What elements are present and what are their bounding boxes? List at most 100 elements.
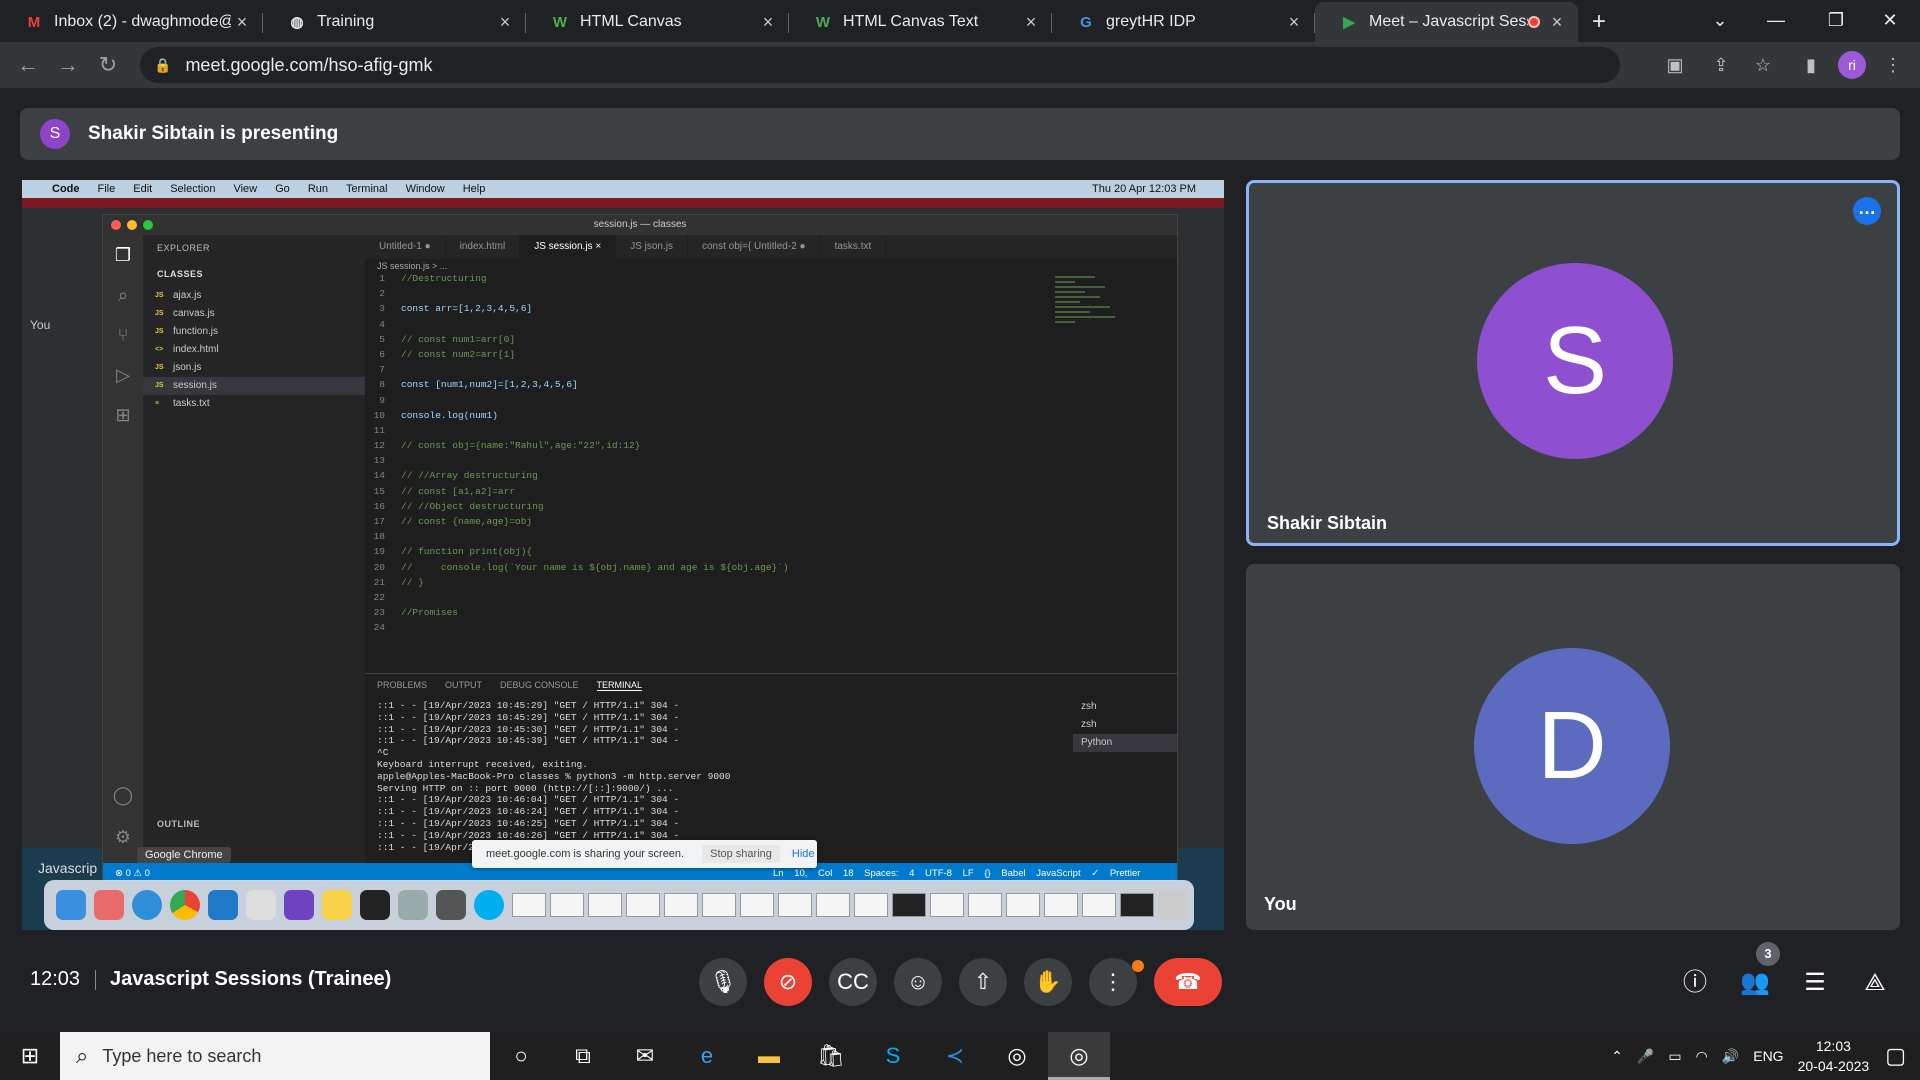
meet-icon: ▶ [1343,14,1355,31]
people-icon[interactable]: 👥 [1738,966,1772,1000]
battery-icon[interactable]: ▭ [1668,1048,1681,1065]
tab-title: Meet – Javascript Sessi [1369,13,1528,30]
browser-tab[interactable]: ◍ Training × [263,2,526,42]
tab-search-icon[interactable]: ⌄ [1690,0,1750,40]
emoji-icon[interactable]: ☺ [894,958,942,1006]
editor-tab: Untitled-1 ● [365,235,446,259]
browser-tab[interactable]: GgreytHR IDP × [1052,2,1315,42]
code-line: 13 [365,455,1065,470]
participant-tile[interactable]: … S Shakir Sibtain [1246,180,1900,546]
info-icon[interactable]: ⓘ [1678,966,1712,1000]
wifi-icon[interactable]: ◠ [1696,1048,1708,1065]
line-number: 20 [373,561,385,573]
close-tab-icon[interactable]: × [757,12,779,33]
mail-icon[interactable]: ✉ [614,1032,676,1080]
share-icon[interactable]: ⇪ [1706,50,1736,80]
search-icon: ⌕ [117,285,129,305]
captions-icon[interactable]: CC [829,958,877,1006]
microphone-icon[interactable]: 🎙 [699,958,747,1006]
window-thumbnail [778,893,812,917]
close-tab-icon[interactable]: × [1020,12,1042,33]
browser-tab[interactable]: M Inbox (2) - dwaghmode@n × [0,2,263,42]
participant-avatar: S [1477,263,1673,459]
taskbar-clock[interactable]: 12:03 20-04-2023 [1798,1036,1870,1076]
task-view-icon[interactable]: ⧉ [552,1032,614,1080]
file-item: JS canvas.js [143,305,365,323]
close-window-button[interactable]: ✕ [1860,0,1920,40]
code-text: // const obj={name:"Rahul",age:"22",id:1… [401,440,641,452]
chat-icon[interactable]: ☰ [1798,966,1832,1000]
close-tab-icon[interactable]: × [1283,12,1305,33]
tray-mic-icon[interactable]: 🎤 [1637,1048,1654,1065]
code-line: 17 // const {name,age}=obj [365,516,1065,531]
file-explorer-icon[interactable]: ▬ [738,1032,800,1080]
code-text: // //Array destructuring [401,470,538,482]
minimize-button[interactable]: — [1746,0,1806,40]
new-tab-button[interactable]: + [1578,2,1620,42]
activities-icon[interactable]: ⟁ [1858,966,1892,1000]
panel-tab: OUTPUT [445,680,483,690]
profile-avatar[interactable]: ri [1838,51,1866,79]
restore-button[interactable]: ❐ [1806,0,1866,40]
more-options-icon[interactable]: … [1853,197,1881,225]
chrome-meet-icon[interactable]: ◎ [1048,1032,1110,1080]
reload-icon[interactable]: ↻ [88,52,128,78]
edge-icon[interactable]: e [676,1032,738,1080]
raise-hand-icon[interactable]: ✋ [1024,958,1072,1006]
skype-icon[interactable]: S [862,1032,924,1080]
self-tile[interactable]: D You [1246,564,1900,930]
chrome-icon[interactable]: ◎ [986,1032,1048,1080]
browser-tab[interactable]: W HTML Canvas × [526,2,789,42]
close-tab-icon[interactable]: × [231,12,253,33]
back-icon[interactable]: ← [8,52,48,78]
camera-off-icon[interactable]: ⊘ [764,958,812,1006]
more-options-icon[interactable]: ⋮ [1089,958,1137,1006]
line-number: 4 [379,318,385,330]
mac-menu-item: Terminal [346,183,388,195]
forward-icon[interactable]: → [48,52,88,78]
language-indicator[interactable]: ENG [1753,1048,1783,1064]
file-name: tasks.txt [173,398,210,409]
editor-tab: JS session.js × [520,235,617,259]
code-line: 6 // const num2=arr[1] [365,349,1065,364]
code-line: 2 [365,288,1065,303]
camera-icon[interactable]: ▣ [1660,50,1690,80]
code-line: 3 const arr=[1,2,3,4,5,6] [365,303,1065,318]
outline-label: OUTLINE [157,819,200,829]
present-icon[interactable]: ⇧ [959,958,1007,1006]
close-tab-icon[interactable]: × [494,12,516,33]
file-type-icon: JS [155,292,164,299]
participant-name: Shakir Sibtain [1267,513,1388,533]
omnibox[interactable]: 🔒 meet.google.com/hso-afig-gmk [140,47,1620,83]
store-icon[interactable]: 🛍 [800,1032,862,1080]
taskbar-time: 12:03 [1815,1038,1851,1054]
close-tab-icon[interactable]: × [1546,12,1568,33]
line-number: 24 [373,622,385,634]
terminal-line: ::1 - - [19/Apr/2023 10:45:30] "GET / HT… [377,723,680,735]
bookmark-star-icon[interactable]: ☆ [1748,50,1778,80]
file-type-icon: JS [155,328,164,335]
line-number: 2 [379,288,385,300]
code-text: // console.log(`Your name is ${obj.name}… [401,561,789,573]
end-call-button[interactable]: ☎ [1154,958,1222,1006]
taskbar-search[interactable]: ⌕ Type here to search [60,1032,490,1080]
panel-tab: PROBLEMS [377,680,428,690]
volume-icon[interactable]: 🔊 [1722,1048,1739,1065]
chrome-menu-icon[interactable]: ⋮ [1878,50,1908,80]
side-panel-icon[interactable]: ▮ [1796,50,1826,80]
code-text: console.log(num1) [401,409,498,421]
windows-start-icon[interactable]: ⊞ [0,1032,60,1080]
cortana-icon[interactable]: ○ [490,1032,552,1080]
mac-window-strip [22,198,1224,208]
tab-title: Inbox (2) - dwaghmode@n [54,13,231,30]
code-line: 18 [365,531,1065,546]
terminal-line: ::1 - - [19/Apr/2023 10:46:25] "GET / HT… [377,817,680,829]
browser-tab[interactable]: W HTML Canvas Text × [789,2,1052,42]
tray-chevron-icon[interactable]: ⌃ [1611,1048,1623,1065]
browser-tab[interactable]: ▶ Meet – Javascript Sessi × [1315,2,1578,42]
notification-icon[interactable]: ▢ [1885,1043,1906,1069]
mac-menu-item: Selection [170,183,216,195]
panel-tab: TERMINAL [596,679,643,691]
vscode-icon[interactable]: ≺ [924,1032,986,1080]
file-type-icon: JS [155,310,164,317]
